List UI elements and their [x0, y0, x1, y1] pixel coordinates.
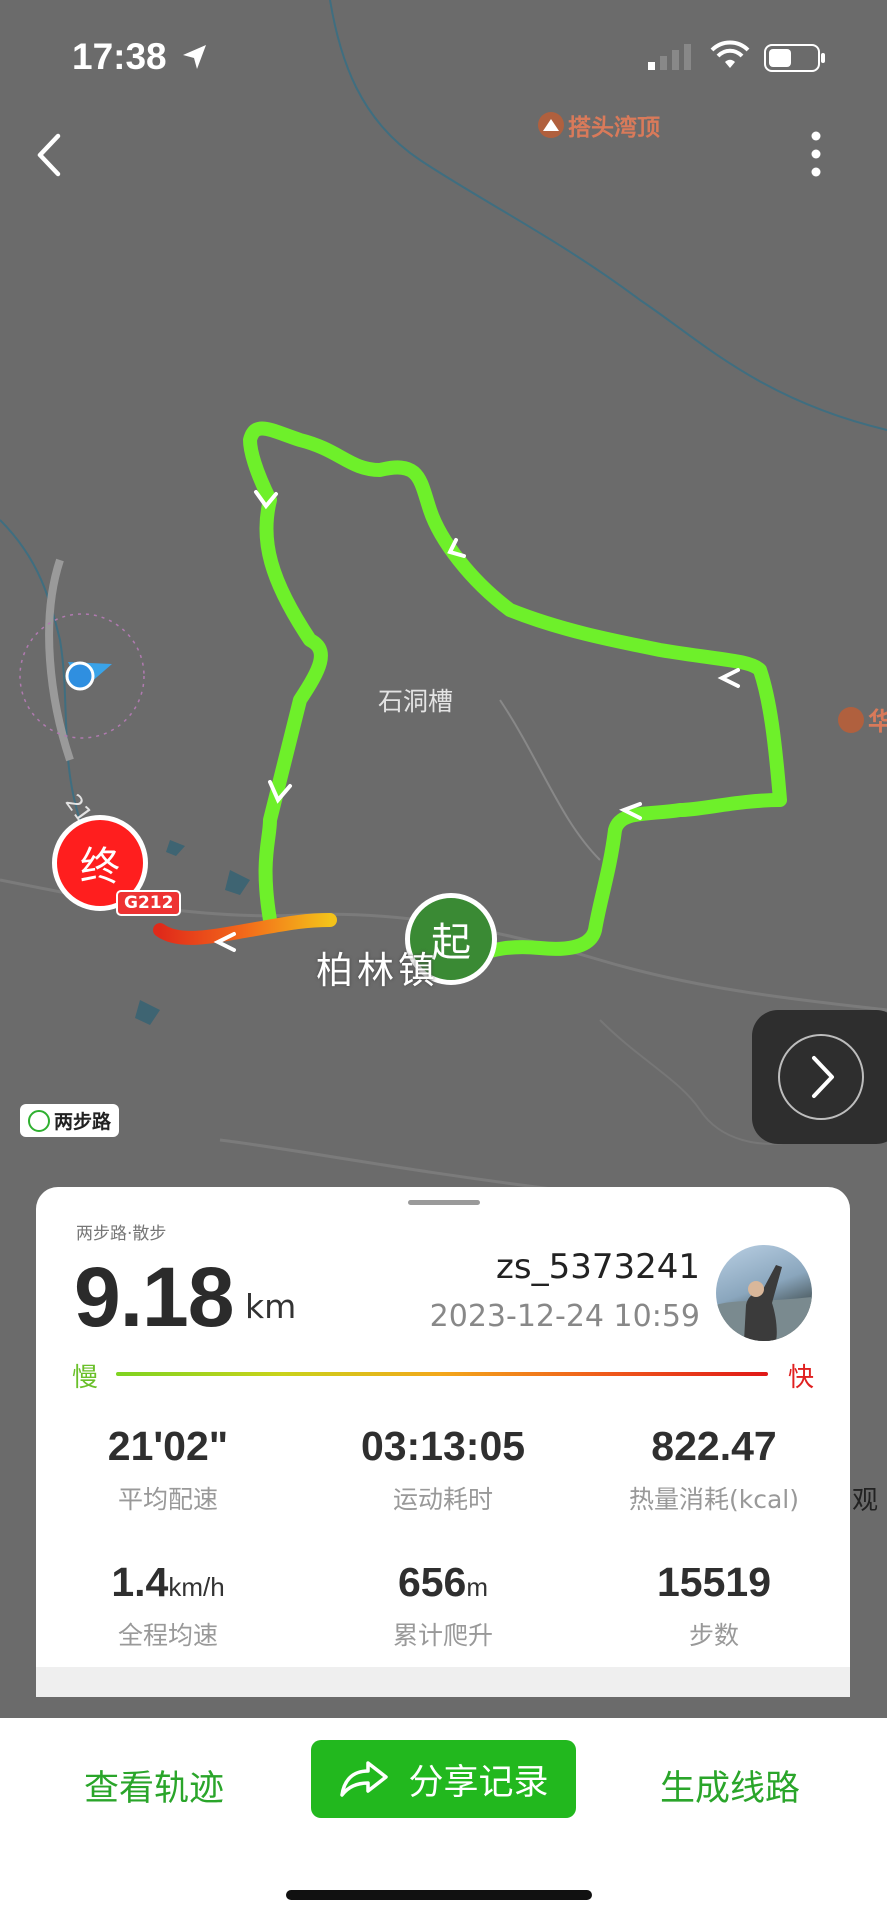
- poi-peak-label: 搭头湾顶: [568, 115, 660, 141]
- stat-calories: 822.47 热量消耗(kcal): [579, 1423, 849, 1516]
- card-footer-strip: [36, 1667, 850, 1697]
- stat-label: 累计爬升: [392, 1621, 493, 1650]
- generate-route-button[interactable]: 生成线路: [660, 1760, 800, 1811]
- view-track-button[interactable]: 查看轨迹: [84, 1760, 224, 1811]
- username: zs_5373241: [496, 1247, 700, 1287]
- stat-elevation-gain: 656m 累计爬升: [308, 1559, 578, 1652]
- stat-value: 15519: [656, 1559, 771, 1605]
- cellular-signal-icon: [648, 44, 691, 70]
- stat-label: 步数: [688, 1621, 739, 1650]
- summary-card: 两步路·散步 9.18 km zs_5373241 2023-12-24 10:…: [36, 1187, 850, 1697]
- share-record-button[interactable]: 分享记录: [311, 1740, 576, 1818]
- share-arrow-icon: [340, 1761, 389, 1797]
- sport-type: 两步路·散步: [76, 1224, 167, 1244]
- stat-steps: 15519 步数: [579, 1559, 849, 1652]
- status-bar: 17:38: [0, 0, 887, 120]
- location-arrow-icon: [183, 45, 206, 69]
- speed-gradient-bar: [116, 1372, 768, 1376]
- edge-text: 观: [852, 1486, 879, 1516]
- stat-label: 平均配速: [117, 1485, 218, 1514]
- drag-handle[interactable]: [408, 1200, 480, 1205]
- distance-unit: km: [245, 1287, 297, 1326]
- stat-label: 运动耗时: [392, 1485, 493, 1514]
- distance-value: 9.18: [74, 1250, 234, 1344]
- poi-area-label: 石洞槽: [378, 687, 454, 716]
- poi-edge[interactable]: 华: [838, 702, 887, 738]
- stat-value: 21'02": [107, 1423, 229, 1469]
- poi-peak[interactable]: 搭头湾顶: [538, 108, 660, 142]
- wifi-icon: [710, 40, 750, 68]
- road-badge: G212: [116, 890, 182, 916]
- mountain-icon: [838, 707, 864, 733]
- share-record-label: 分享记录: [408, 1762, 549, 1803]
- stat-value: 656m: [397, 1559, 489, 1605]
- status-time: 17:38: [72, 36, 167, 77]
- back-chevron-icon[interactable]: [28, 130, 72, 180]
- record-datetime: 2023-12-24 10:59: [429, 1299, 700, 1334]
- battery-icon: [764, 44, 825, 72]
- avatar[interactable]: [716, 1245, 812, 1341]
- chevron-right-icon: [812, 1056, 834, 1098]
- stat-avg-speed: 1.4km/h 全程均速: [33, 1559, 303, 1652]
- brand-logo-icon: [28, 1109, 50, 1132]
- stat-value: 03:13:05: [360, 1423, 526, 1469]
- speed-fast-label: 快: [788, 1363, 815, 1393]
- bottom-action-bar: 查看轨迹 分享记录 生成线路: [0, 1718, 887, 1920]
- stat-label: 全程均速: [117, 1621, 218, 1650]
- brand-label: 两步路: [54, 1111, 112, 1133]
- town-label: 柏林镇: [316, 949, 439, 992]
- stat-avg-pace: 21'02" 平均配速: [33, 1423, 303, 1516]
- stat-value: 1.4km/h: [111, 1559, 225, 1605]
- stat-label: 热量消耗(kcal): [629, 1485, 799, 1514]
- poi-edge-label: 华: [868, 707, 887, 736]
- more-options-icon[interactable]: [800, 128, 832, 180]
- mountain-icon: [538, 112, 564, 138]
- stat-value: 822.47: [651, 1423, 777, 1469]
- speed-slow-label: 慢: [72, 1363, 99, 1393]
- home-indicator[interactable]: [286, 1890, 592, 1900]
- stat-duration: 03:13:05 运动耗时: [308, 1423, 578, 1516]
- brand-badge: 两步路: [20, 1104, 120, 1137]
- next-button[interactable]: [752, 1010, 887, 1144]
